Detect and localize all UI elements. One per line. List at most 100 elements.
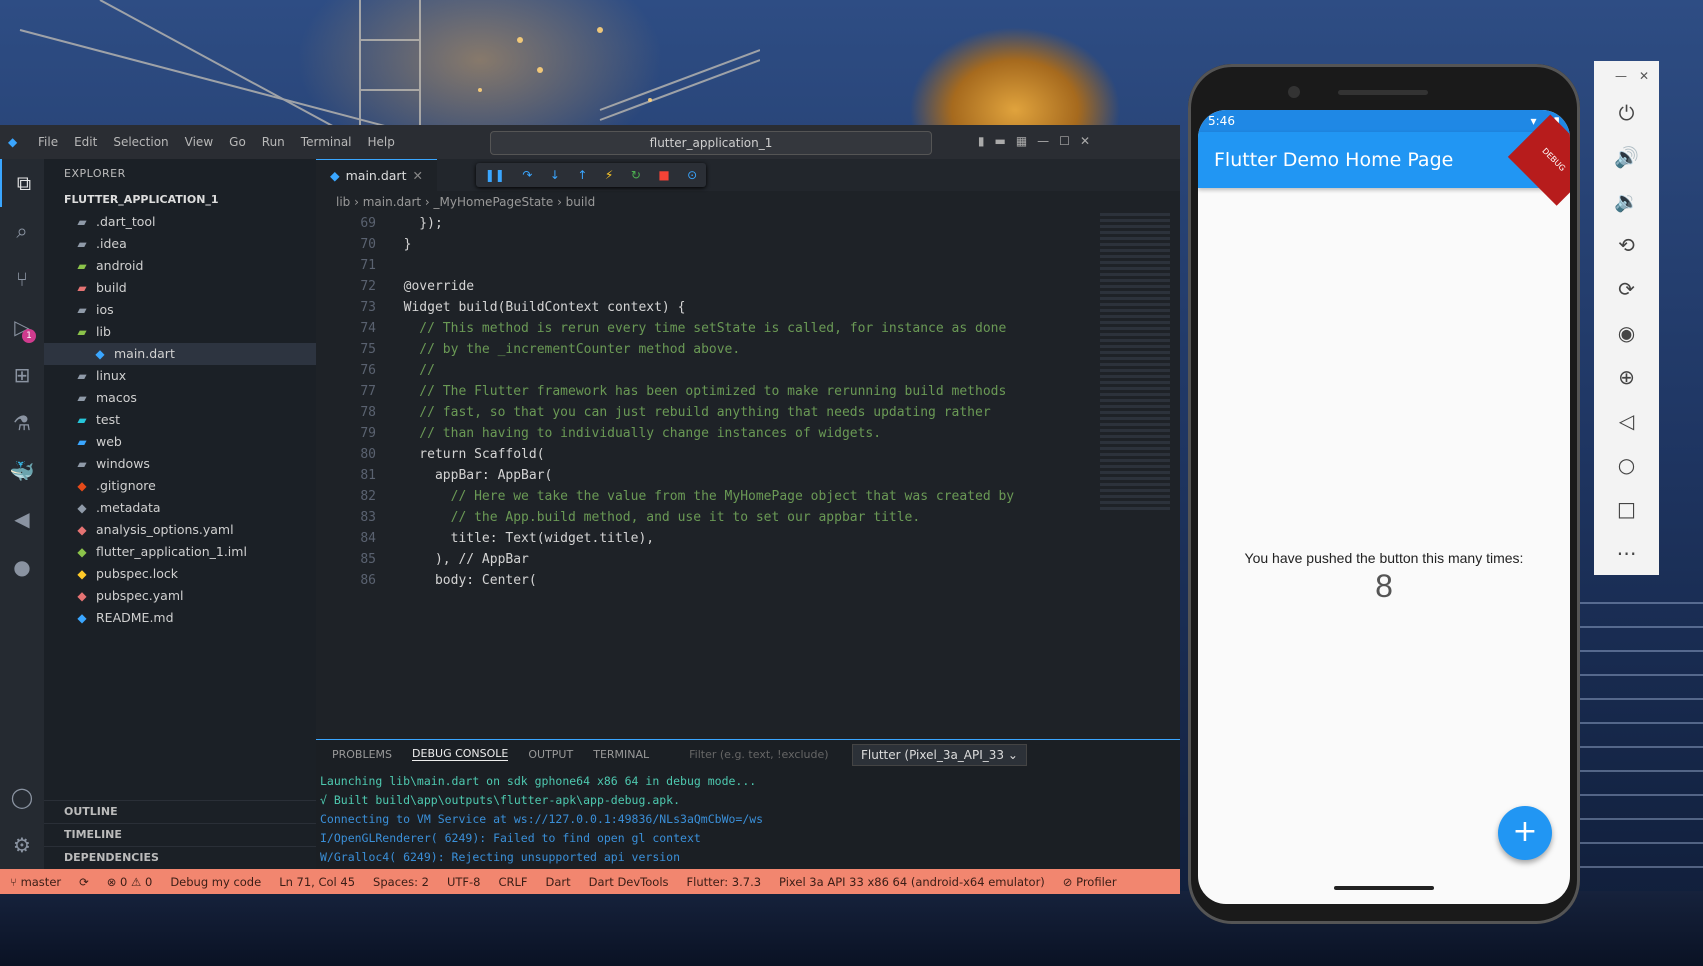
- search-icon[interactable]: ⌕: [0, 207, 44, 255]
- account-icon[interactable]: ◯: [0, 773, 44, 821]
- overview-icon[interactable]: □: [1594, 487, 1659, 531]
- tree-item[interactable]: ▰ .idea: [44, 233, 316, 255]
- home-icon[interactable]: ○: [1594, 443, 1659, 487]
- step-into-icon[interactable]: ↓: [550, 168, 560, 182]
- language-status[interactable]: Dart: [546, 875, 571, 889]
- dependencies-section[interactable]: DEPENDENCIES: [44, 846, 316, 869]
- gesture-nav-handle[interactable]: [1334, 886, 1434, 890]
- tree-item[interactable]: ◆ flutter_application_1.iml: [44, 541, 316, 563]
- problems-status[interactable]: ⊗ 0 ⚠ 0: [107, 875, 153, 889]
- back-icon[interactable]: ◁: [1594, 399, 1659, 443]
- devtools-icon[interactable]: ⊙: [687, 168, 697, 182]
- tree-item[interactable]: ▰ android: [44, 255, 316, 277]
- breadcrumb[interactable]: lib › main.dart › _MyHomePageState › bui…: [316, 191, 1180, 213]
- tree-item[interactable]: ▰ test: [44, 409, 316, 431]
- step-over-icon[interactable]: ↷: [522, 168, 532, 182]
- tree-item[interactable]: ◆ pubspec.yaml: [44, 585, 316, 607]
- toggle-panel-icon[interactable]: ▬: [994, 134, 1005, 148]
- tree-item[interactable]: ◆ pubspec.lock: [44, 563, 316, 585]
- docker-icon[interactable]: 🐳: [0, 447, 44, 495]
- tab-terminal[interactable]: TERMINAL: [593, 748, 649, 761]
- tree-item[interactable]: ◆ .metadata: [44, 497, 316, 519]
- tree-item[interactable]: ▰ windows: [44, 453, 316, 475]
- increment-fab[interactable]: +: [1498, 806, 1552, 860]
- more-icon[interactable]: ⋯: [1594, 531, 1659, 575]
- customize-layout-icon[interactable]: ▦: [1016, 134, 1027, 148]
- pause-icon[interactable]: ❚❚: [485, 168, 505, 182]
- source-control-icon[interactable]: ⑂: [0, 255, 44, 303]
- extensions-icon[interactable]: ⊞: [0, 351, 44, 399]
- outline-section[interactable]: OUTLINE: [44, 800, 316, 823]
- stop-icon[interactable]: ■: [658, 168, 669, 182]
- menu-help[interactable]: Help: [368, 135, 395, 149]
- rotate-left-icon[interactable]: ⟲: [1594, 223, 1659, 267]
- tree-item[interactable]: ▰ macos: [44, 387, 316, 409]
- minimap[interactable]: [1100, 213, 1170, 513]
- console-line: √ Built build\app\outputs\flutter-apk\ap…: [320, 793, 681, 807]
- project-root[interactable]: FLUTTER_APPLICATION_1: [44, 189, 316, 211]
- debug-status[interactable]: Debug my code: [170, 875, 261, 889]
- emulator-close-icon[interactable]: ✕: [1639, 69, 1649, 83]
- tab-debug-console[interactable]: DEBUG CONSOLE: [412, 747, 509, 761]
- rotate-right-icon[interactable]: ⟳: [1594, 267, 1659, 311]
- command-center[interactable]: flutter_application_1: [490, 131, 932, 155]
- devtools-status[interactable]: Dart DevTools: [589, 875, 669, 889]
- tree-item[interactable]: ◆ .gitignore: [44, 475, 316, 497]
- minimize-window-icon[interactable]: —: [1037, 134, 1049, 148]
- tree-item[interactable]: ▰ web: [44, 431, 316, 453]
- menu-selection[interactable]: Selection: [113, 135, 168, 149]
- branch-status[interactable]: ⑂ master: [10, 875, 61, 889]
- tab-main-dart[interactable]: ◆ main.dart ✕: [316, 158, 437, 192]
- tree-item[interactable]: ◆ README.md: [44, 607, 316, 629]
- menu-file[interactable]: File: [38, 135, 58, 149]
- maximize-window-icon[interactable]: ☐: [1059, 134, 1070, 148]
- menu-run[interactable]: Run: [262, 135, 285, 149]
- menu-go[interactable]: Go: [229, 135, 246, 149]
- encoding-status[interactable]: UTF-8: [447, 875, 481, 889]
- timeline-section[interactable]: TIMELINE: [44, 823, 316, 846]
- tab-output[interactable]: OUTPUT: [528, 748, 573, 761]
- tree-item[interactable]: ▰ build: [44, 277, 316, 299]
- restart-icon[interactable]: ↻: [631, 168, 641, 182]
- device-selector[interactable]: Flutter (Pixel_3a_API_33 ⌄: [852, 744, 1027, 766]
- close-window-icon[interactable]: ✕: [1080, 134, 1090, 148]
- line-number: 75: [360, 342, 376, 357]
- tree-item[interactable]: ◆ main.dart: [44, 343, 316, 365]
- close-tab-icon[interactable]: ✕: [412, 160, 422, 192]
- eol-status[interactable]: CRLF: [498, 875, 527, 889]
- menu-terminal[interactable]: Terminal: [301, 135, 352, 149]
- tree-item[interactable]: ▰ .dart_tool: [44, 211, 316, 233]
- volume-up-icon[interactable]: 🔊: [1594, 135, 1659, 179]
- sync-icon[interactable]: ⟳: [79, 875, 89, 889]
- explorer-icon[interactable]: ⧉: [0, 159, 46, 207]
- menu-view[interactable]: View: [185, 135, 213, 149]
- testing-icon[interactable]: ⚗: [0, 399, 44, 447]
- zoom-icon[interactable]: ⊕: [1594, 355, 1659, 399]
- step-out-icon[interactable]: ↑: [577, 168, 587, 182]
- menu-edit[interactable]: Edit: [74, 135, 97, 149]
- folder-icon: ▰: [77, 215, 87, 229]
- emulator-minimize-icon[interactable]: —: [1615, 69, 1627, 83]
- toggle-sidebar-icon[interactable]: ▮: [978, 134, 985, 148]
- indentation-status[interactable]: Spaces: 2: [373, 875, 429, 889]
- hot-reload-icon[interactable]: ⚡: [605, 168, 613, 182]
- flutter-icon[interactable]: ◀: [0, 495, 44, 543]
- activity-bar: ⧉ ⌕ ⑂ ▷ 1 ⊞ ⚗ 🐳 ◀ ● ◯ ⚙: [0, 159, 44, 869]
- power-icon[interactable]: ⏻: [1594, 91, 1659, 135]
- run-debug-icon[interactable]: ▷ 1: [0, 303, 44, 351]
- camera-icon[interactable]: ◉: [1594, 311, 1659, 355]
- github-icon[interactable]: ●: [0, 543, 44, 591]
- device-status[interactable]: Pixel 3a API 33 x86 64 (android-x64 emul…: [779, 875, 1045, 889]
- flutter-version-status[interactable]: Flutter: 3.7.3: [687, 875, 762, 889]
- tree-item[interactable]: ▰ lib: [44, 321, 316, 343]
- tree-item[interactable]: ▰ linux: [44, 365, 316, 387]
- profiler-status[interactable]: ⊘ Profiler: [1063, 875, 1117, 889]
- tree-item[interactable]: ▰ ios: [44, 299, 316, 321]
- code-editor[interactable]: 69 }); 70 } 71 72 @override 73 Widget build(…: [316, 213, 1180, 591]
- cursor-position[interactable]: Ln 71, Col 45: [279, 875, 355, 889]
- tab-problems[interactable]: PROBLEMS: [332, 748, 392, 761]
- volume-down-icon[interactable]: 🔉: [1594, 179, 1659, 223]
- settings-gear-icon[interactable]: ⚙: [0, 821, 44, 869]
- tree-item[interactable]: ◆ analysis_options.yaml: [44, 519, 316, 541]
- filter-input[interactable]: Filter (e.g. text, !exclude): [689, 748, 828, 761]
